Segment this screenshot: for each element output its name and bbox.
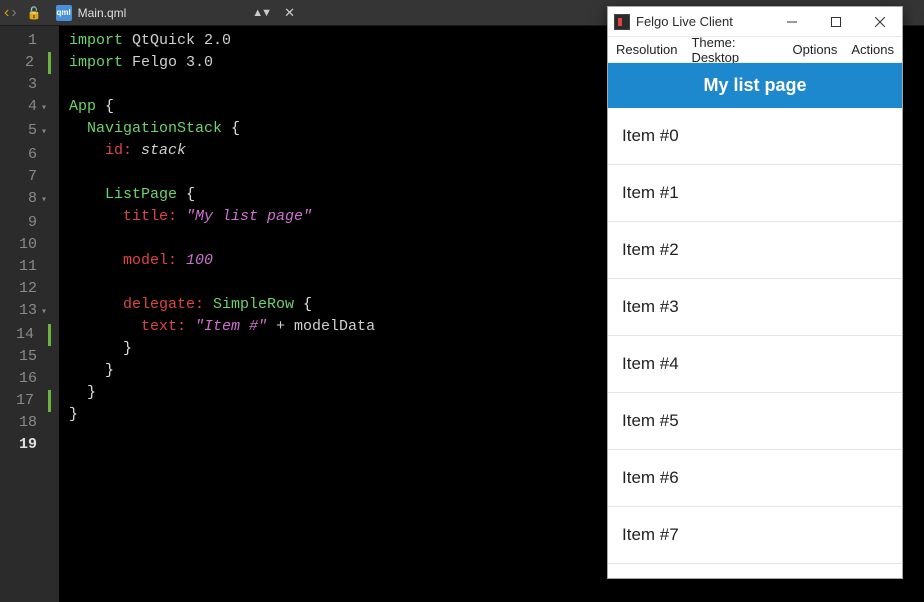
- line-number: 14: [10, 324, 34, 346]
- nav-forward-icon[interactable]: ›: [11, 5, 16, 21]
- line-number: 13: [13, 300, 37, 322]
- close-button[interactable]: [858, 7, 902, 37]
- code-token: {: [96, 98, 114, 115]
- page-title: My list page: [608, 63, 902, 108]
- code-token: id:: [105, 142, 132, 159]
- line-number: 9: [13, 212, 37, 234]
- code-token: [69, 362, 105, 379]
- code-token: {: [177, 186, 195, 203]
- menu-theme[interactable]: Theme: Desktop: [691, 35, 778, 65]
- close-tab-icon[interactable]: ✕: [276, 5, 303, 21]
- code-token: Felgo 3.0: [123, 54, 213, 71]
- code-token: QtQuick 2.0: [123, 32, 231, 49]
- code-token: [69, 186, 105, 203]
- list-item[interactable]: Item #0: [608, 108, 902, 165]
- list-item[interactable]: Item #1: [608, 165, 902, 222]
- code-token: [69, 252, 123, 269]
- line-number: 1: [13, 30, 37, 52]
- menu-options[interactable]: Options: [793, 42, 838, 57]
- code-token: model:: [123, 252, 177, 269]
- code-token: "Item #": [186, 318, 267, 335]
- list-item[interactable]: Item #4: [608, 336, 902, 393]
- list-item[interactable]: Item #7: [608, 507, 902, 564]
- list-item[interactable]: Item #5: [608, 393, 902, 450]
- line-number: 2: [10, 52, 34, 74]
- fold-marker[interactable]: ▾: [37, 190, 47, 212]
- code-token: delegate:: [123, 296, 204, 313]
- fold-marker[interactable]: ▾: [37, 302, 47, 324]
- line-number: 7: [13, 166, 37, 188]
- fold-marker[interactable]: ▾: [37, 98, 47, 120]
- tab-filename: Main.qml: [78, 6, 127, 20]
- code-token: import: [69, 32, 123, 49]
- line-number: 18: [13, 412, 37, 434]
- tab-switcher-icon[interactable]: ▲▼: [246, 7, 276, 19]
- line-number: 12: [13, 278, 37, 300]
- line-number: 3: [13, 74, 37, 96]
- nav-back-icon[interactable]: ‹: [4, 5, 9, 21]
- nav-arrows: ‹ ›: [0, 5, 21, 21]
- code-token: [69, 384, 87, 401]
- list-view[interactable]: Item #0 Item #1 Item #2 Item #3 Item #4 …: [608, 108, 902, 578]
- code-token: SimpleRow: [204, 296, 294, 313]
- minimize-button[interactable]: [770, 7, 814, 37]
- menu-actions[interactable]: Actions: [851, 42, 894, 57]
- code-token: }: [69, 406, 78, 423]
- window-title: Felgo Live Client: [636, 14, 770, 29]
- line-number: 8: [13, 188, 37, 210]
- code-token: [69, 340, 123, 357]
- code-token: [69, 296, 123, 313]
- code-token: {: [294, 296, 312, 313]
- line-gutter[interactable]: 1 2 3 4▾ 5▾ 6 7 8▾ 9 10 11 12 13▾ 14 15 …: [0, 26, 59, 602]
- line-number: 6: [13, 144, 37, 166]
- line-number: 15: [13, 346, 37, 368]
- code-token: [69, 318, 141, 335]
- client-menubar: Resolution Theme: Desktop Options Action…: [608, 37, 902, 63]
- qml-file-icon: qml: [56, 5, 72, 21]
- list-item[interactable]: Item #6: [608, 450, 902, 507]
- menu-resolution[interactable]: Resolution: [616, 42, 677, 57]
- code-token: import: [69, 54, 123, 71]
- code-token: }: [123, 340, 132, 357]
- line-number: 17: [10, 390, 34, 412]
- code-token: {: [222, 120, 240, 137]
- line-number: 11: [13, 256, 37, 278]
- felgo-live-client-window: Felgo Live Client Resolution Theme: Desk…: [607, 6, 903, 579]
- line-number: 16: [13, 368, 37, 390]
- fold-marker[interactable]: ▾: [37, 122, 47, 144]
- code-token: title:: [123, 208, 177, 225]
- code-token: [69, 208, 123, 225]
- code-token: "My list page": [177, 208, 312, 225]
- list-item[interactable]: Item #3: [608, 279, 902, 336]
- app-icon: [614, 14, 630, 30]
- code-token: App: [69, 98, 96, 115]
- lock-icon[interactable]: 🔓: [21, 6, 48, 20]
- code-token: [69, 120, 87, 137]
- maximize-button[interactable]: [814, 7, 858, 37]
- code-token: }: [87, 384, 96, 401]
- code-token: + modelData: [267, 318, 375, 335]
- code-token: 100: [177, 252, 213, 269]
- window-controls: [770, 7, 902, 37]
- list-item[interactable]: Item #2: [608, 222, 902, 279]
- code-token: text:: [141, 318, 186, 335]
- editor-tab[interactable]: qml Main.qml: [48, 0, 247, 25]
- line-number: 4: [13, 96, 37, 118]
- code-token: [69, 142, 105, 159]
- code-token: ListPage: [105, 186, 177, 203]
- line-number: 10: [13, 234, 37, 256]
- code-token: NavigationStack: [87, 120, 222, 137]
- code-token: }: [105, 362, 114, 379]
- code-token: stack: [132, 142, 186, 159]
- window-titlebar[interactable]: Felgo Live Client: [608, 7, 902, 37]
- line-number: 5: [13, 120, 37, 142]
- line-number: 19: [13, 434, 37, 456]
